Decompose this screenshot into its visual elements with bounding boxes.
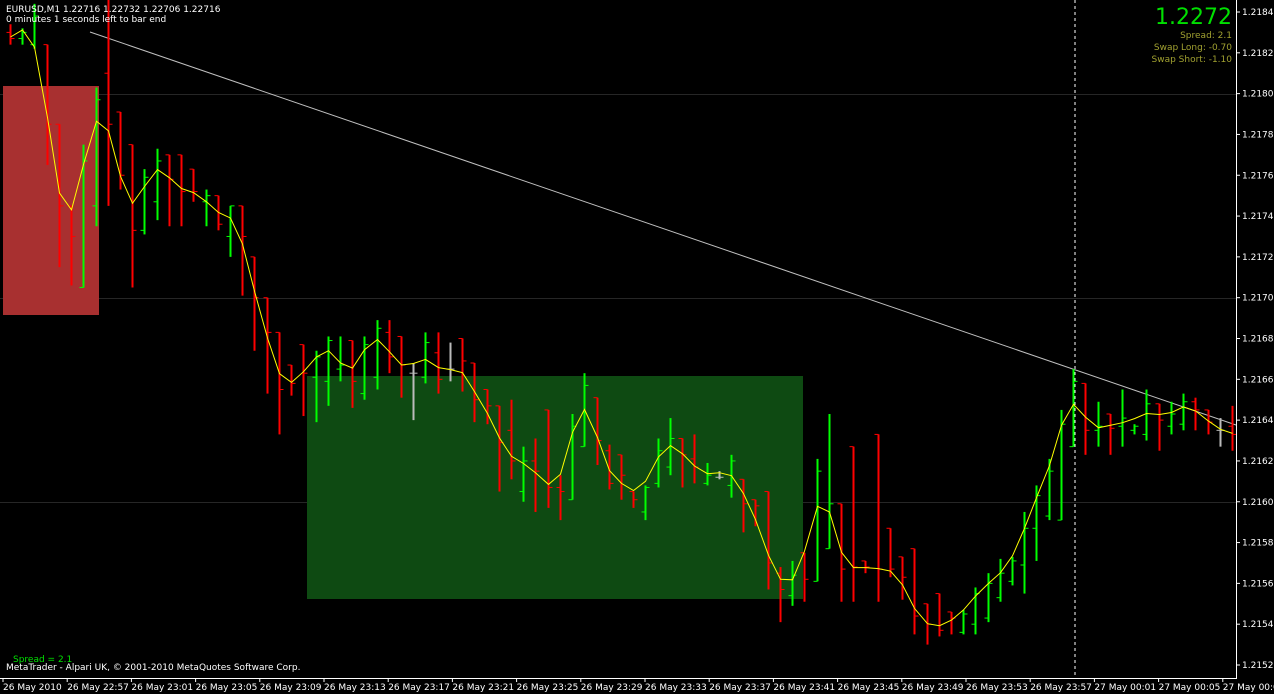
time-tick-label: 27 May 00:01 (1094, 683, 1156, 693)
price-tick-label: 1.21545 (1242, 620, 1274, 630)
time-tick-label: 27 May 00:05 (1159, 683, 1221, 693)
price-tick-label: 1.21525 (1242, 661, 1274, 671)
price-tick-label: 1.21645 (1242, 416, 1274, 426)
time-tick-label: 26 May 23:33 (645, 683, 707, 693)
price-tick-label: 1.21805 (1242, 90, 1274, 100)
red-zone-rectangle[interactable] (3, 86, 99, 315)
time-tick-label: 26 May 23:41 (773, 683, 835, 693)
swap-short-label: Swap Short: -1.10 (1151, 55, 1233, 65)
time-tick-label: 26 May 2010 (3, 683, 62, 693)
time-tick-label: 26 May 23:37 (709, 683, 771, 693)
time-tick-label: 26 May 23:57 (1030, 683, 1092, 693)
price-tick-label: 1.21685 (1242, 335, 1274, 345)
current-price-label: 1.2272 (1155, 5, 1232, 30)
time-tick-label: 26 May 23:29 (581, 683, 643, 693)
price-tick-label: 1.21665 (1242, 375, 1274, 385)
price-tick-label: 1.21565 (1242, 579, 1274, 589)
price-tick-label: 1.21585 (1242, 539, 1274, 549)
time-tick-label: 26 May 23:49 (902, 683, 964, 693)
price-tick-label: 1.21725 (1242, 253, 1274, 263)
symbol-ohlc-label: EURUSD,M1 1.22716 1.22732 1.22706 1.2271… (6, 5, 221, 15)
time-tick-label: 26 May 23:45 (838, 683, 900, 693)
price-tick-label: 1.21785 (1242, 130, 1274, 140)
time-tick-label: 26 May 23:25 (517, 683, 579, 693)
copyright-label: MetaTrader - Alpari UK, © 2001-2010 Meta… (6, 663, 301, 673)
green-zone-rectangle[interactable] (307, 376, 803, 599)
price-tick-label: 1.21745 (1242, 212, 1274, 222)
time-tick-label: 26 May 22:57 (67, 683, 129, 693)
price-tick-label: 1.21625 (1242, 457, 1274, 467)
spread-label: Spread: 2.1 (1180, 31, 1232, 41)
price-chart[interactable]: 1.21845 1.21825 1.21805 1.21785 1.21765 1.217… (0, 0, 1274, 694)
price-tick-label: 1.21825 (1242, 49, 1274, 59)
time-tick-label: 26 May 23:01 (131, 683, 193, 693)
time-tick-label: 26 May 23:09 (260, 683, 322, 693)
time-tick-label: 26 May 23:17 (388, 683, 450, 693)
bar-timer-label: 0 minutes 1 seconds left to bar end (6, 15, 167, 25)
time-tick-label: 26 May 23:21 (452, 683, 514, 693)
price-tick-label: 1.21845 (1242, 8, 1274, 18)
price-tick-label: 1.21705 (1242, 294, 1274, 304)
swap-long-label: Swap Long: -0.70 (1153, 43, 1232, 53)
time-tick-label: 26 May 23:05 (196, 683, 258, 693)
price-tick-label: 1.21605 (1242, 498, 1274, 508)
time-tick-label: 26 May 23:53 (966, 683, 1028, 693)
time-tick-label: 27 May 00:05 (1223, 683, 1274, 693)
time-tick-label: 26 May 23:13 (324, 683, 386, 693)
price-tick-label: 1.21765 (1242, 171, 1274, 181)
